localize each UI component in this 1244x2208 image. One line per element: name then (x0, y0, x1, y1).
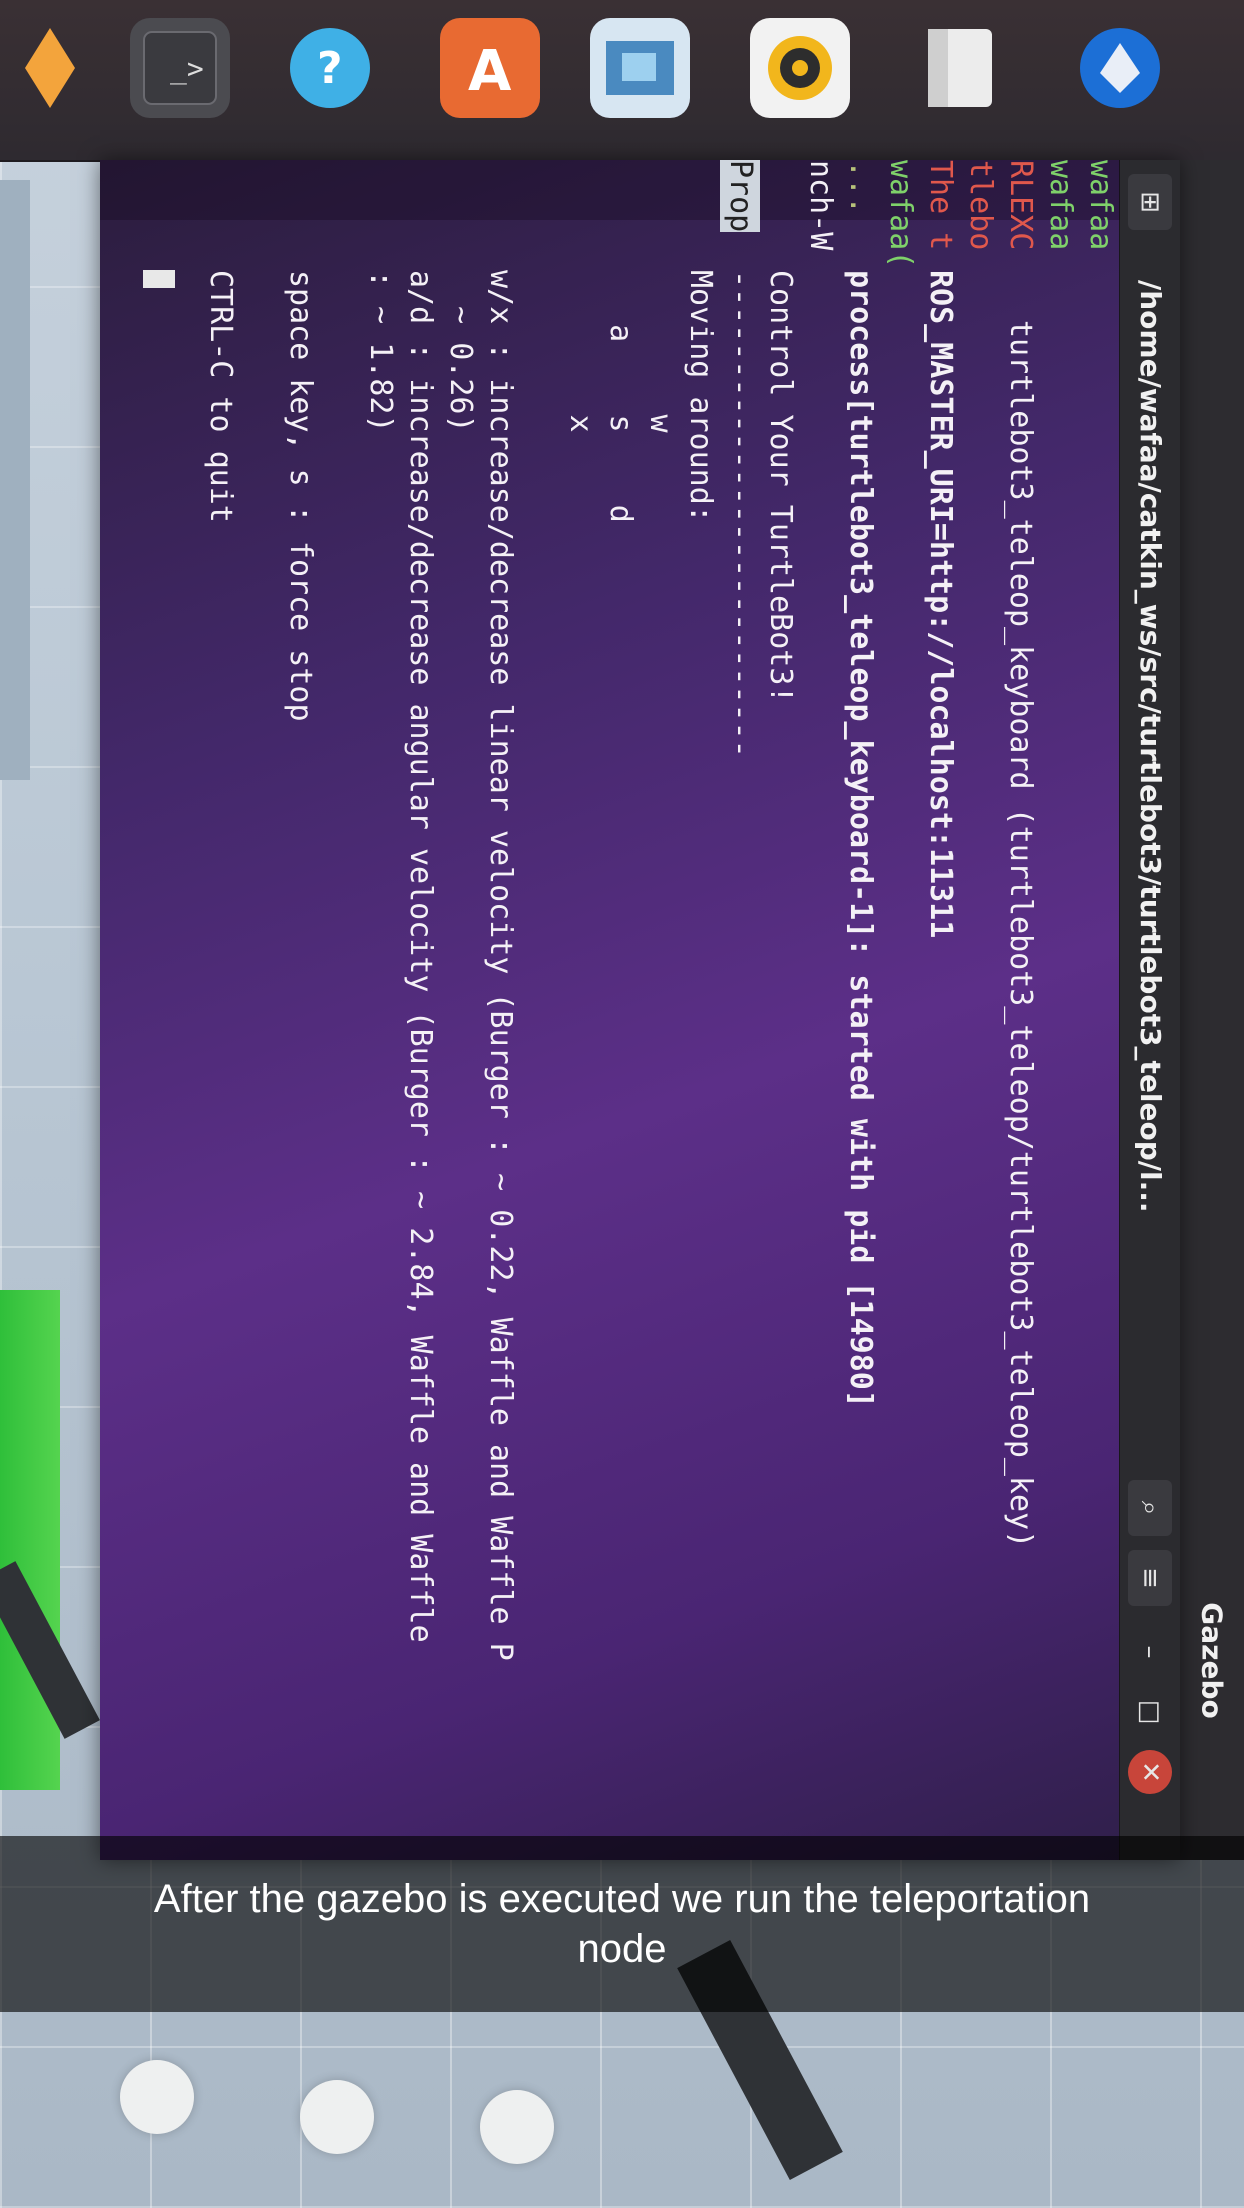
help-icon[interactable]: ? (280, 18, 380, 118)
terminal-line: x (563, 270, 598, 433)
terminal-prefix: wafaa (1083, 160, 1118, 251)
gazebo-marker (480, 2090, 554, 2164)
svg-text:?: ? (317, 43, 343, 94)
terminal-line: w/x : increase/decrease linear velocity … (483, 270, 518, 1661)
terminal-line: ROS_MASTER_URI=http://localhost:11311 (923, 270, 958, 939)
thunderbird-icon[interactable] (1070, 18, 1170, 118)
close-button[interactable]: ✕ (1128, 1750, 1172, 1794)
caption-text: After the gazebo is executed we run the … (153, 1877, 1091, 1971)
software-store-icon[interactable]: A (440, 18, 540, 118)
caption-overlay: After the gazebo is executed we run the … (0, 1836, 1244, 2012)
minimize-button[interactable]: – (1128, 1630, 1172, 1674)
terminal-title: /home/wafaa/catkin_ws/src/turtlebot3/tur… (1134, 280, 1167, 1213)
music-player-icon[interactable] (750, 18, 850, 118)
terminal-icon[interactable]: _> (130, 18, 230, 118)
gazebo-marker (300, 2080, 374, 2154)
image-viewer-icon[interactable] (590, 18, 690, 118)
terminal-content: ⊞ /home/wafaa/catkin_ws/src/turtlebot3/t… (100, 160, 1180, 1860)
terminal-headerbar: ⊞ /home/wafaa/catkin_ws/src/turtlebot3/t… (1119, 160, 1180, 1860)
terminal-line: w (643, 270, 678, 433)
terminal-cursor (140, 270, 180, 288)
gazebo-left-panel (0, 180, 30, 780)
terminal-prefix: wafaa (1043, 160, 1078, 251)
plus-icon[interactable]: ⊞ (1128, 174, 1172, 230)
launcher-dock: _> ? A (0, 0, 1244, 162)
terminal-prefix: RLEXC (1003, 160, 1038, 251)
terminal-line: Control Your TurtleBot3! (763, 270, 798, 704)
terminal-window[interactable]: ⊞ /home/wafaa/catkin_ws/src/turtlebot3/t… (100, 160, 1180, 1860)
terminal-line: a s d (603, 270, 638, 523)
properties-label: Prop (720, 160, 760, 233)
terminal-prefix: nch-W (803, 160, 838, 251)
terminal-line: space key, s : force stop (283, 270, 318, 722)
terminal-prefix: The t (923, 160, 958, 251)
terminal-line: a/d : increase/decrease angular velocity… (403, 270, 438, 1643)
search-icon[interactable]: ⌕ (1128, 1480, 1172, 1536)
terminal-prefix: tlebo (963, 160, 998, 251)
terminal-line: Moving around: (683, 270, 718, 523)
terminal-prefix: ... (843, 160, 878, 215)
gazebo-window-title: Gazebo (1195, 1601, 1229, 1719)
terminal-line: : ~ 1.82) (363, 270, 398, 433)
terminal-line: ~ 0.26) (443, 270, 478, 433)
terminal-prefix: wafaa( (883, 160, 918, 269)
terminal-line: CTRL-C to quit (203, 270, 238, 523)
diamond-icon[interactable] (0, 18, 100, 118)
svg-text:A: A (468, 39, 512, 104)
terminal-line: turtlebot3_teleop_keyboard (turtlebot3_t… (1003, 320, 1038, 1549)
terminal-line: process[turtlebot3_teleop_keyboard-1]: s… (843, 270, 878, 1408)
gazebo-marker (120, 2060, 194, 2134)
files-icon[interactable] (910, 18, 1010, 118)
hamburger-icon[interactable]: ≡ (1128, 1550, 1172, 1606)
svg-text:_>: _> (170, 52, 204, 86)
terminal-line: --------------------------- (723, 270, 758, 758)
maximize-button[interactable]: □ (1128, 1690, 1172, 1734)
terminal-output[interactable]: wafaa wafaa RLEXC tlebo The t wafaa( ...… (100, 160, 1120, 1860)
